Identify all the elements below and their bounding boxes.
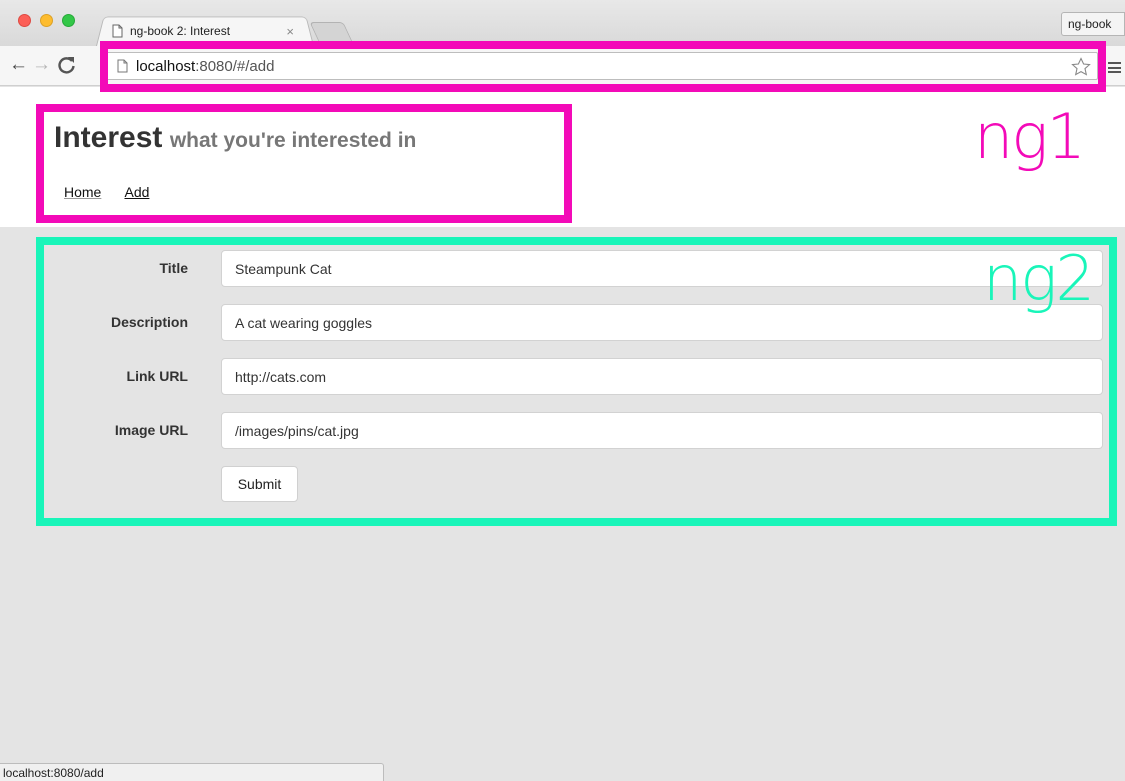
menu-icon[interactable] [1108, 62, 1121, 73]
description-input[interactable] [221, 304, 1103, 341]
minimize-window-button[interactable] [40, 14, 53, 27]
close-window-button[interactable] [18, 14, 31, 27]
page-icon [117, 59, 128, 73]
browser-tab-strip: ng-book 2: Interest × ng-book [0, 0, 1125, 46]
submit-button[interactable]: Submit [221, 466, 298, 502]
ng2-annotation-label: ng2 [983, 242, 1095, 315]
nav-link-home[interactable]: Home [64, 184, 101, 200]
tab-close-icon[interactable]: × [286, 24, 294, 39]
address-bar[interactable]: localhost:8080/#/add [104, 52, 1098, 80]
form-row-description: Description [0, 304, 1125, 341]
page-title: Interest [54, 121, 163, 154]
page-header: Interest what you're interested in Home … [0, 87, 1125, 227]
form-row-image-url: Image URL [0, 412, 1125, 449]
link-url-input[interactable] [221, 358, 1103, 395]
new-tab-button[interactable] [309, 22, 353, 42]
title-label: Title [159, 260, 188, 276]
link-url-label: Link URL [126, 368, 188, 384]
browser-tab-content[interactable]: ng-book 2: Interest × [104, 18, 304, 44]
ng1-annotation-label: ng1 [974, 100, 1086, 173]
star-icon[interactable] [1071, 57, 1091, 77]
description-label: Description [110, 314, 188, 330]
form-row-title: Title [0, 250, 1125, 287]
profile-button[interactable]: ng-book [1061, 12, 1125, 36]
reload-icon[interactable] [56, 54, 78, 76]
forward-arrow-icon[interactable]: → [32, 54, 51, 76]
brand: Interest what you're interested in [54, 121, 416, 155]
browser-toolbar: ← → localhost:8080/#/add [0, 46, 1125, 86]
page-icon [112, 24, 123, 38]
main-nav: Home Add [64, 184, 169, 200]
address-url[interactable]: localhost:8080/#/add [136, 58, 274, 75]
page-subtitle: what you're interested in [169, 129, 417, 152]
status-bar: localhost:8080/add [0, 763, 384, 781]
address-path: :8080/#/add [195, 57, 275, 75]
image-url-label: Image URL [114, 422, 188, 438]
nav-link-add[interactable]: Add [124, 184, 149, 200]
zoom-window-button[interactable] [62, 14, 75, 27]
title-input[interactable] [221, 250, 1103, 287]
back-arrow-icon[interactable]: ← [9, 54, 28, 76]
form-row-link-url: Link URL [0, 358, 1125, 395]
tab-title: ng-book 2: Interest [130, 24, 231, 38]
image-url-input[interactable] [221, 412, 1103, 449]
address-host: localhost [136, 57, 196, 75]
